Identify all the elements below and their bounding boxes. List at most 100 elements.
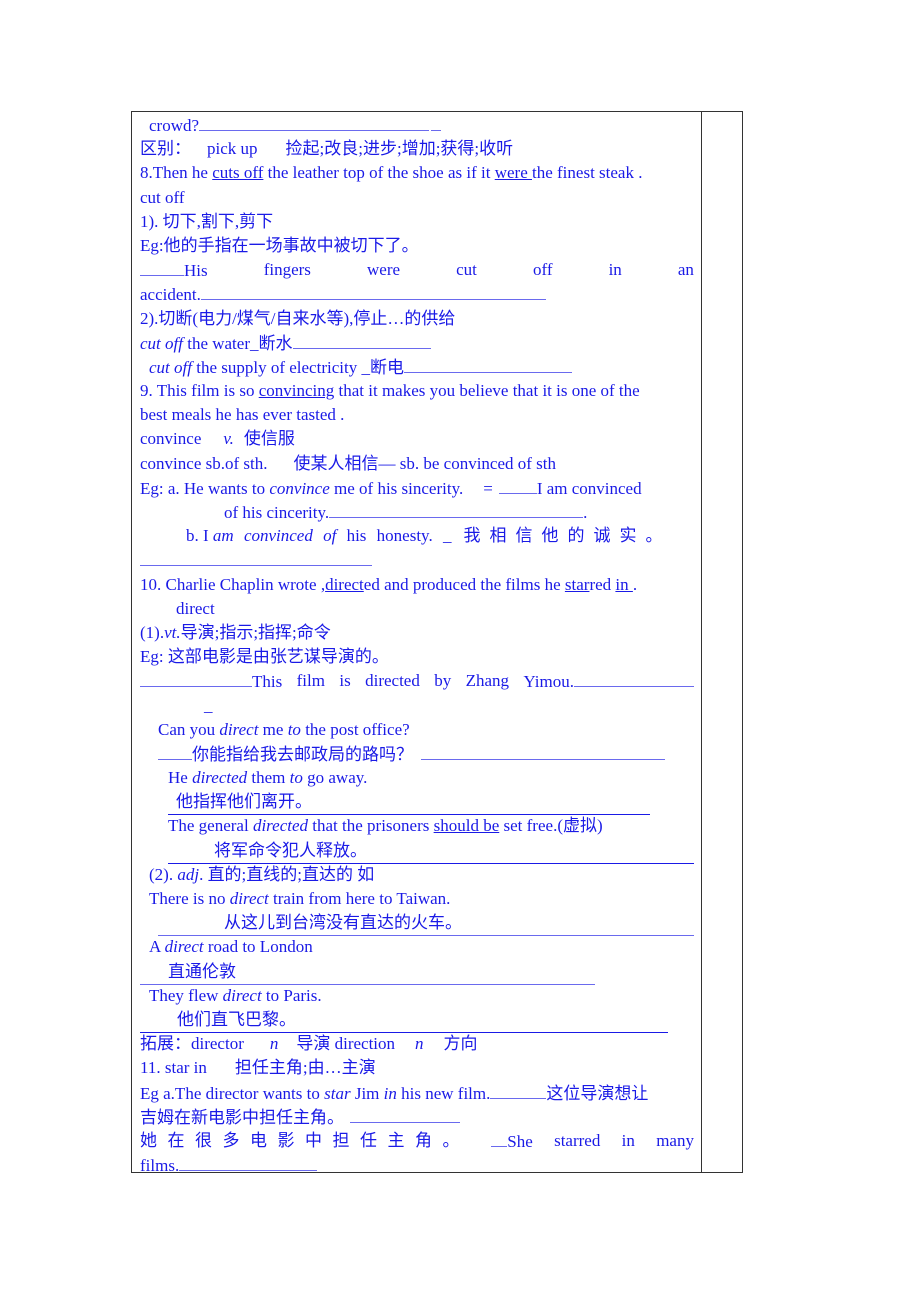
text: A (149, 937, 165, 957)
text: to Paris. (261, 985, 322, 1005)
text: Jim (350, 1083, 384, 1103)
text: There is no (149, 889, 230, 908)
text: 使某人相信— sb. be convinced of sth (293, 453, 557, 473)
italic-text: star (324, 1083, 351, 1103)
italic-text: direct (164, 937, 204, 957)
text: 他指挥他们离开。 (176, 792, 312, 812)
line-no-direct-train: There is no direct train from here to Ta… (140, 887, 694, 911)
text: films. (140, 1156, 180, 1176)
text: . (632, 574, 638, 594)
line-eg-b-honesty: b. I am convinced of his honesty. _ 我相信他的… (140, 524, 694, 548)
fill-blank[interactable] (350, 1105, 460, 1123)
line-blank-honesty (140, 548, 694, 572)
fill-blank[interactable] (421, 742, 617, 760)
text: the water_断水 (182, 333, 293, 353)
line-post-office-cn: 你能指给我去邮政局的路吗？ (140, 742, 694, 766)
underlined-answer: 他们直飞巴黎。 (140, 1008, 668, 1034)
line-extension: 拓展：director n 导演 direction n 方向 (140, 1032, 694, 1056)
text: 我相信他的诚实。 (463, 526, 672, 546)
text: red (589, 574, 616, 594)
line-underscore: _ (140, 694, 694, 718)
line-meaning-2: 2).切断(电力/煤气/自来水等),停止…的供给 (140, 307, 694, 331)
line-pickup: 区别： pick up 捡起;改良;进步;增加;获得;收听 (140, 137, 694, 161)
fill-blank[interactable] (574, 669, 694, 688)
line-general-cn: 将军命令犯人释放。 (140, 839, 694, 864)
fill-blank[interactable] (199, 113, 430, 131)
line-direct: direct (140, 597, 694, 621)
text: Eg a.The director wants to (140, 1083, 325, 1103)
line-films: films. (140, 1153, 694, 1177)
italic-text: cut off (149, 357, 192, 377)
italic-text: adj (177, 864, 200, 884)
underlined-answer: 将军命令犯人释放。 (168, 839, 694, 864)
word: fingers (263, 260, 311, 280)
text: (2). (149, 864, 178, 884)
text: Eg: 这部电影是由张艺谋导演的。 (140, 647, 389, 667)
text: 你能指给我去邮政局的路吗？ (192, 744, 413, 764)
italic-text: n (269, 1034, 279, 1054)
underlined-answer: 直通伦敦 (140, 960, 595, 985)
fill-blank[interactable] (490, 1081, 547, 1099)
word: off (532, 260, 553, 280)
word: in (608, 260, 622, 280)
word: cut (456, 260, 477, 280)
text: crowd? (149, 116, 200, 135)
line-flew-cn: 他们直飞巴黎。 (140, 1008, 694, 1034)
text: convince (140, 429, 202, 449)
fill-blank[interactable] (179, 1153, 318, 1172)
text: train from here to Taiwan. (268, 889, 451, 908)
line-sincerity: of his cincerity.. (140, 500, 694, 524)
text: go away. (302, 768, 368, 788)
text: 使信服 (243, 429, 295, 449)
fill-blank[interactable] (140, 548, 372, 567)
text: = (483, 478, 493, 498)
text: He (168, 768, 193, 788)
line-crowd: crowd? (140, 113, 694, 137)
word: film (296, 671, 325, 691)
fill-blank[interactable] (498, 476, 537, 494)
fill-blank[interactable] (431, 113, 442, 131)
line-can-you-direct: Can you direct me to the post office? (140, 718, 694, 742)
text: They flew (149, 985, 223, 1005)
fill-blank[interactable] (292, 331, 431, 349)
text: his honesty. _ (336, 526, 452, 546)
italic-text: v. (223, 429, 234, 449)
fill-blank[interactable] (403, 355, 572, 373)
word: Zhang (465, 671, 510, 691)
fill-blank[interactable] (158, 742, 192, 760)
fill-blank[interactable] (491, 1129, 508, 1147)
text: 导演;指示;指挥;命令 (180, 622, 331, 642)
fill-blank[interactable] (329, 500, 584, 518)
line-meaning-1: 1). 切下,割下,剪下 (140, 210, 694, 234)
text: that the prisoners (308, 816, 434, 836)
text: cut off (140, 187, 185, 207)
text: that it makes you believe that it is one… (334, 381, 640, 401)
underlined-text: star (564, 574, 590, 594)
underlined-text: convincing (258, 381, 335, 401)
fill-blank[interactable] (617, 742, 665, 760)
text: 方向 (443, 1034, 478, 1054)
word: starred (554, 1130, 601, 1150)
text: The general (168, 816, 253, 836)
italic-text: directed (192, 768, 248, 788)
line-eg-zhang: Eg: 这部电影是由张艺谋导演的。 (140, 645, 694, 669)
text: best meals he has ever tasted . (140, 405, 345, 425)
text: the finest steak . (532, 163, 643, 183)
line-general-directed: The general directed that the prisoners … (140, 814, 694, 838)
italic-text: to (287, 719, 301, 739)
text: the leather top of the shoe as if it (263, 163, 495, 183)
text: accident. (140, 285, 201, 305)
line-road-cn: 直通伦敦 (140, 960, 694, 985)
line-flew-direct: They flew direct to Paris. (140, 984, 694, 1008)
underlined-answer: 他指挥他们离开。 (168, 790, 650, 816)
word: This (252, 672, 283, 692)
line-sentence-10: 10. Charlie Chaplin wrote ,directed and … (140, 573, 694, 597)
word: is (339, 671, 351, 691)
fill-blank[interactable] (140, 258, 184, 277)
text: 拓展：director (140, 1034, 244, 1054)
fill-blank[interactable] (200, 282, 546, 301)
text: I am convinced (536, 478, 642, 498)
line-eg-a-convince: Eg: a. He wants to convince me of his si… (140, 476, 694, 500)
fill-blank[interactable] (140, 669, 252, 688)
italic-text: to (289, 768, 303, 788)
